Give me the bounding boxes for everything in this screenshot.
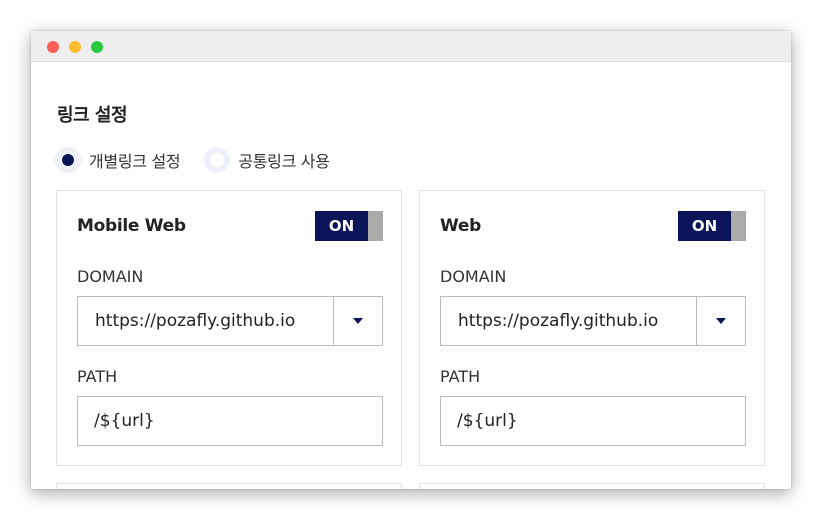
link-mode-radio-group: 개별링크 설정 공통링크 사용 — [55, 145, 354, 175]
radio-checked-icon — [55, 147, 81, 173]
caret-down-icon — [353, 318, 363, 324]
domain-select-value: https://pozafly.github.io — [441, 297, 697, 345]
toggle-on-label: ON — [678, 211, 731, 241]
domain-label: DOMAIN — [440, 267, 507, 286]
path-label: PATH — [77, 367, 118, 386]
dropdown-arrow-button[interactable] — [697, 297, 745, 345]
section-title: 링크 설정 — [57, 105, 128, 126]
web-toggle[interactable]: ON — [678, 211, 746, 241]
window-titlebar — [31, 31, 791, 62]
mobile-web-card: Mobile Web ON DOMAIN https://pozafly.git… — [56, 190, 402, 466]
next-card-right — [419, 483, 765, 489]
web-path-input[interactable]: /${url} — [440, 396, 746, 446]
radio-label: 공통링크 사용 — [238, 152, 330, 171]
maximize-window-icon[interactable] — [91, 41, 103, 53]
dropdown-arrow-button[interactable] — [334, 297, 382, 345]
toggle-off-area — [731, 211, 746, 241]
domain-label: DOMAIN — [77, 267, 144, 286]
card-title: Mobile Web — [77, 216, 186, 236]
radio-individual-link[interactable]: 개별링크 설정 — [55, 147, 181, 173]
close-window-icon[interactable] — [47, 41, 59, 53]
minimize-window-icon[interactable] — [69, 41, 81, 53]
radio-label: 개별링크 설정 — [89, 152, 181, 171]
next-card-left — [56, 483, 402, 489]
mobile-web-toggle[interactable]: ON — [315, 211, 383, 241]
caret-down-icon — [716, 318, 726, 324]
app-window: 링크 설정 개별링크 설정 공통링크 사용 Mobile Web ON DOMA… — [31, 31, 791, 489]
radio-common-link[interactable]: 공통링크 사용 — [204, 147, 330, 173]
card-title: Web — [440, 216, 481, 236]
mobile-web-domain-select[interactable]: https://pozafly.github.io — [77, 296, 383, 346]
toggle-off-area — [368, 211, 383, 241]
web-card: Web ON DOMAIN https://pozafly.github.io … — [419, 190, 765, 466]
radio-unchecked-icon — [204, 147, 231, 173]
web-domain-select[interactable]: https://pozafly.github.io — [440, 296, 746, 346]
path-label: PATH — [440, 367, 481, 386]
domain-select-value: https://pozafly.github.io — [78, 297, 334, 345]
mobile-web-path-input[interactable]: /${url} — [77, 396, 383, 446]
toggle-on-label: ON — [315, 211, 368, 241]
